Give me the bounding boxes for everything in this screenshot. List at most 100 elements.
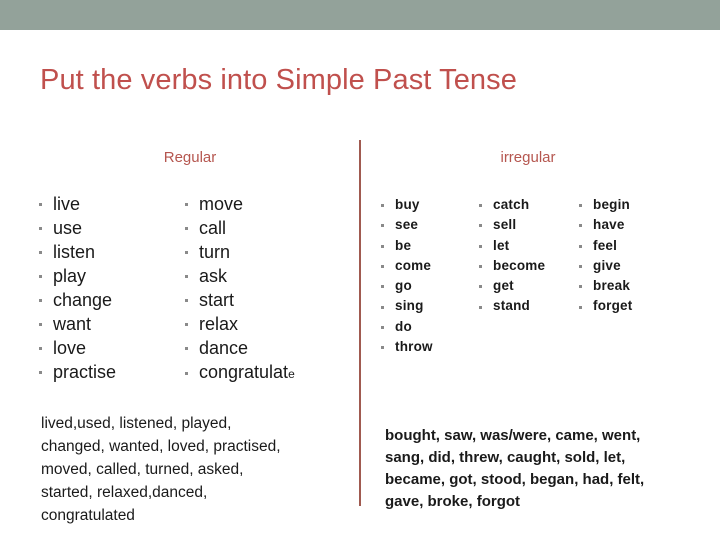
verb-label: want (53, 314, 92, 334)
verb-label: live (53, 194, 81, 214)
bullet-icon (381, 325, 384, 329)
verb-label-tail: e (288, 367, 295, 381)
list-item: move (182, 192, 295, 216)
verb-label: go (395, 278, 412, 294)
list-item: relax (182, 312, 295, 336)
bullet-icon (185, 323, 188, 326)
bullet-icon (381, 224, 384, 228)
bullet-icon (39, 227, 42, 230)
verb-label: break (593, 278, 631, 294)
regular-answers-text: lived,used, listened, played, changed, w… (41, 415, 281, 524)
list-item: do (378, 317, 433, 337)
list-item: forget (576, 296, 632, 316)
verb-label: forget (593, 298, 633, 314)
verb-label: practise (53, 362, 117, 382)
bullet-icon (185, 372, 188, 375)
bullet-icon (381, 204, 384, 208)
irregular-verb-column-3: begin have feel give break forget (576, 195, 632, 317)
bullet-icon (479, 305, 482, 309)
bullet-icon (579, 204, 582, 208)
list-item: start (182, 288, 295, 312)
verb-label: use (53, 218, 83, 238)
list-item: sell (476, 215, 545, 235)
list-item: change (36, 288, 116, 312)
list-item: have (576, 215, 632, 235)
bullet-icon (39, 347, 42, 350)
bullet-icon (579, 265, 582, 269)
bullet-icon (479, 285, 482, 289)
verb-label: give (593, 257, 621, 273)
verb-label: see (395, 217, 419, 233)
verb-label: play (53, 266, 87, 286)
list-item: break (576, 276, 632, 296)
list-item: sing (378, 296, 433, 316)
list-item: practise (36, 360, 116, 384)
list-item: begin (576, 195, 632, 215)
verb-label: buy (395, 197, 420, 212)
bullet-icon (479, 265, 482, 269)
verb-label: have (593, 217, 625, 233)
page-title: Put the verbs into Simple Past Tense (40, 64, 517, 96)
bullet-icon (381, 244, 384, 248)
list-item: feel (576, 236, 632, 256)
bullet-icon (579, 305, 582, 309)
verb-label: start (199, 290, 235, 310)
bullet-icon (381, 285, 384, 289)
list-item: buy (378, 195, 433, 215)
bullet-icon (39, 323, 42, 326)
verb-label: move (199, 194, 244, 214)
list-item: congratulate (182, 360, 295, 386)
bullet-icon (39, 203, 42, 206)
bullet-icon (579, 224, 582, 228)
bullet-icon (39, 371, 42, 374)
verb-label: turn (199, 242, 231, 262)
regular-section-heading: Regular (163, 149, 217, 166)
bullet-icon (185, 299, 188, 302)
regular-verb-column-2: move call turn ask start relax dance con… (182, 192, 295, 386)
list-item: throw (378, 337, 433, 357)
list-item: catch (476, 195, 545, 215)
list-item: live (36, 192, 116, 216)
irregular-verb-column-1: buy see be come go sing do throw (378, 195, 433, 357)
list-item: ask (182, 264, 295, 288)
bullet-icon (479, 204, 482, 208)
bullet-icon (479, 244, 482, 248)
verb-label: dance (199, 338, 249, 358)
verb-label: stand (493, 298, 531, 314)
verb-label: listen (53, 242, 96, 262)
bullet-icon (479, 224, 482, 228)
list-item: play (36, 264, 116, 288)
bullet-icon (579, 244, 582, 248)
verb-label: catch (493, 197, 530, 212)
bullet-icon (185, 347, 188, 350)
verb-label: come (395, 257, 432, 273)
list-item: give (576, 256, 632, 276)
verb-label: relax (199, 314, 239, 334)
irregular-verb-column-2: catch sell let become get stand (476, 195, 545, 317)
bullet-icon (579, 285, 582, 289)
verb-label: love (53, 338, 87, 358)
bullet-icon (39, 299, 42, 302)
list-item: let (476, 236, 545, 256)
verb-label: throw (395, 339, 433, 355)
verb-label: ask (199, 266, 228, 286)
bullet-icon (381, 305, 384, 309)
list-item: turn (182, 240, 295, 264)
verb-label: begin (593, 197, 630, 212)
verb-label: sell (493, 217, 517, 233)
list-item: dance (182, 336, 295, 360)
verb-label: become (493, 257, 546, 273)
verb-label: get (493, 278, 514, 294)
bullet-icon (381, 346, 384, 350)
bullet-icon (381, 265, 384, 269)
bullet-icon (185, 275, 188, 278)
bullet-icon (39, 275, 42, 278)
verb-label: change (53, 290, 113, 310)
verb-label: sing (395, 298, 424, 314)
list-item: be (378, 236, 433, 256)
list-item: get (476, 276, 545, 296)
regular-verb-column-1: live use listen play change want love pr… (36, 192, 116, 384)
verb-label: do (395, 318, 412, 334)
list-item: come (378, 256, 433, 276)
list-item: use (36, 216, 116, 240)
